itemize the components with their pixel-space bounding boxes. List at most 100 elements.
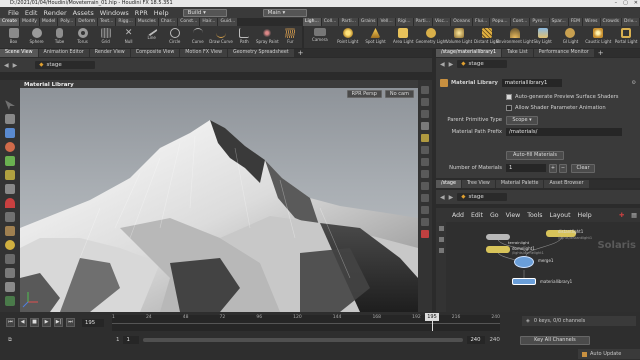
tool-box[interactable]: Box bbox=[2, 26, 25, 48]
texture-icon[interactable] bbox=[421, 158, 429, 166]
number-of-materials-field[interactable]: 1 bbox=[506, 164, 546, 172]
shelf-tab-rigg[interactable]: Rigg... bbox=[116, 18, 135, 26]
axis-icon[interactable] bbox=[5, 296, 15, 306]
magnet-icon[interactable] bbox=[5, 198, 15, 208]
step-forward-icon[interactable]: ▶| bbox=[54, 318, 63, 327]
range-start-field[interactable]: 1 bbox=[116, 337, 120, 343]
shelf-tab-vellum[interactable]: Vell... bbox=[378, 18, 395, 26]
net-menu-layout[interactable]: Layout bbox=[550, 212, 571, 219]
render-region-icon[interactable] bbox=[5, 254, 15, 264]
tool-fur[interactable]: Fur bbox=[279, 26, 302, 48]
tool-tube[interactable]: Tube bbox=[48, 26, 71, 48]
wireframe-icon[interactable] bbox=[421, 110, 429, 118]
remove-material-button[interactable]: − bbox=[559, 163, 567, 173]
tool-environment-light[interactable]: Environment Light bbox=[496, 26, 533, 48]
playhead[interactable]: 195 bbox=[425, 313, 439, 321]
shelf-tab-deform[interactable]: Deform bbox=[76, 18, 97, 26]
menu-help[interactable]: Help bbox=[154, 9, 169, 17]
shelf-tab-populate[interactable]: Popu... bbox=[490, 18, 510, 26]
tool-portal-light[interactable]: Portal Light bbox=[612, 26, 640, 48]
renderer-menu[interactable]: RPR Persp bbox=[346, 90, 382, 98]
jump-end-icon[interactable]: ⏭ bbox=[66, 318, 75, 327]
display-options-icon[interactable] bbox=[421, 86, 429, 94]
tab-scene-view[interactable]: Scene View bbox=[0, 49, 38, 57]
net-menu-edit[interactable]: Edit bbox=[471, 212, 483, 219]
snap-icon[interactable] bbox=[5, 268, 15, 278]
tool-line[interactable]: Line bbox=[140, 25, 163, 48]
shelf-tab-hair[interactable]: Hair... bbox=[200, 18, 218, 26]
shelf-tab-crowds[interactable]: Crowds bbox=[600, 18, 622, 26]
camera-view-icon[interactable] bbox=[421, 206, 429, 214]
net-menu-tools[interactable]: Tools bbox=[527, 212, 542, 219]
shelf-tab-viscous[interactable]: Visc... bbox=[432, 18, 451, 26]
tool-sphere[interactable]: Sphere bbox=[25, 26, 48, 48]
jump-start-icon[interactable]: ⏮ bbox=[6, 318, 15, 327]
ghost-icon[interactable] bbox=[421, 98, 429, 106]
tool-path[interactable]: Path bbox=[233, 26, 256, 48]
grid-toggle-icon[interactable] bbox=[421, 194, 429, 202]
snapshot-icon[interactable] bbox=[421, 218, 429, 226]
select-icon[interactable] bbox=[5, 100, 15, 110]
shelf-tab-particles[interactable]: Parti... bbox=[339, 18, 358, 26]
tool-area-light[interactable]: Area Light bbox=[389, 26, 417, 48]
forward-icon[interactable]: ▶ bbox=[449, 61, 454, 68]
tab-performance-monitor[interactable]: Performance Monitor bbox=[533, 49, 594, 57]
lock-icon[interactable] bbox=[5, 114, 15, 124]
shelf-tab-text[interactable]: Text... bbox=[98, 18, 116, 26]
tab-geometry-spreadsheet[interactable]: Geometry Spreadsheet bbox=[228, 49, 294, 57]
shelf-tab-muscles[interactable]: Muscles bbox=[135, 18, 158, 26]
main-desktop-select[interactable]: Main ▾ bbox=[262, 8, 307, 17]
back-icon[interactable]: ◀ bbox=[440, 61, 445, 68]
viewer-path-field[interactable]: ◆ stage bbox=[35, 61, 96, 69]
material-path-prefix-field[interactable]: /materials/ bbox=[506, 128, 622, 136]
tab-animation-editor[interactable]: Animation Editor bbox=[38, 49, 89, 57]
tool-sky-light[interactable]: Sky Light bbox=[529, 26, 557, 48]
tool-camera[interactable]: Camera bbox=[306, 26, 334, 48]
add-material-button[interactable]: + bbox=[549, 163, 557, 173]
tab-network-stage[interactable]: /stage bbox=[436, 180, 461, 188]
grid-view-icon[interactable]: ▦ bbox=[631, 212, 637, 219]
maximize-button[interactable]: ▢ bbox=[623, 0, 628, 7]
tab-asset-browser[interactable]: Asset Browser bbox=[544, 180, 589, 188]
net-menu-help[interactable]: Help bbox=[578, 212, 592, 219]
range-end2-field[interactable]: 240 bbox=[489, 337, 500, 343]
clear-button[interactable]: Clear bbox=[571, 163, 595, 173]
tool-grid[interactable]: Grid bbox=[94, 26, 117, 48]
step-back-icon[interactable]: ◀ bbox=[18, 318, 27, 327]
paint-icon[interactable] bbox=[5, 226, 15, 236]
range-end-field[interactable]: 240 bbox=[467, 336, 486, 344]
tab-tree-view[interactable]: Tree View bbox=[461, 180, 495, 188]
tool-spray-paint[interactable]: Spray Paint bbox=[256, 26, 279, 48]
shadow-icon[interactable] bbox=[421, 146, 429, 154]
forward-icon[interactable]: ▶ bbox=[13, 62, 18, 69]
shelf-tab-fluid[interactable]: Flui... bbox=[473, 18, 490, 26]
tool-volume-light[interactable]: Volume Light bbox=[445, 26, 473, 48]
tab-composite-view[interactable]: Composite View bbox=[130, 49, 180, 57]
tool-torus[interactable]: Torus bbox=[71, 26, 94, 48]
back-icon[interactable]: ◀ bbox=[4, 62, 9, 69]
menu-edit[interactable]: Edit bbox=[25, 9, 38, 17]
scale-icon[interactable] bbox=[5, 156, 15, 166]
tool-point-light[interactable]: Point Light bbox=[334, 26, 362, 48]
shelf-tab-collisions[interactable]: Coll... bbox=[321, 18, 339, 26]
handle-icon[interactable] bbox=[5, 170, 15, 180]
shelf-tab-drive[interactable]: Driv... bbox=[622, 18, 640, 26]
menu-windows[interactable]: Windows bbox=[100, 9, 129, 17]
shelf-tab-particle-fluids[interactable]: Parti... bbox=[413, 18, 432, 26]
tool-draw-curve[interactable]: Draw Curve bbox=[209, 26, 233, 48]
parent-prim-type-menu[interactable]: Scope ▾ bbox=[506, 115, 538, 125]
network-path-field[interactable]: ◆ stage bbox=[457, 193, 508, 201]
current-frame-field[interactable]: 195 bbox=[82, 318, 104, 327]
tool-null[interactable]: ✕ Null bbox=[117, 26, 140, 48]
points-icon[interactable] bbox=[421, 170, 429, 178]
shaded-icon[interactable] bbox=[421, 122, 429, 130]
tab-motion-fx-view[interactable]: Motion FX View bbox=[180, 49, 227, 57]
key-all-channels-button[interactable]: Key All Channels bbox=[519, 335, 590, 345]
node-terrainlight[interactable] bbox=[486, 234, 510, 240]
tool-distant-light[interactable]: Distant Light bbox=[473, 26, 501, 48]
tab-param-editor[interactable]: /stage/materiallibrary1 bbox=[436, 49, 502, 57]
shelf-tab-lights[interactable]: Ligh... bbox=[303, 18, 321, 26]
tool-curve[interactable]: Curve bbox=[186, 26, 209, 48]
net-menu-add[interactable]: Add bbox=[452, 212, 464, 219]
view-icon[interactable] bbox=[5, 212, 15, 222]
